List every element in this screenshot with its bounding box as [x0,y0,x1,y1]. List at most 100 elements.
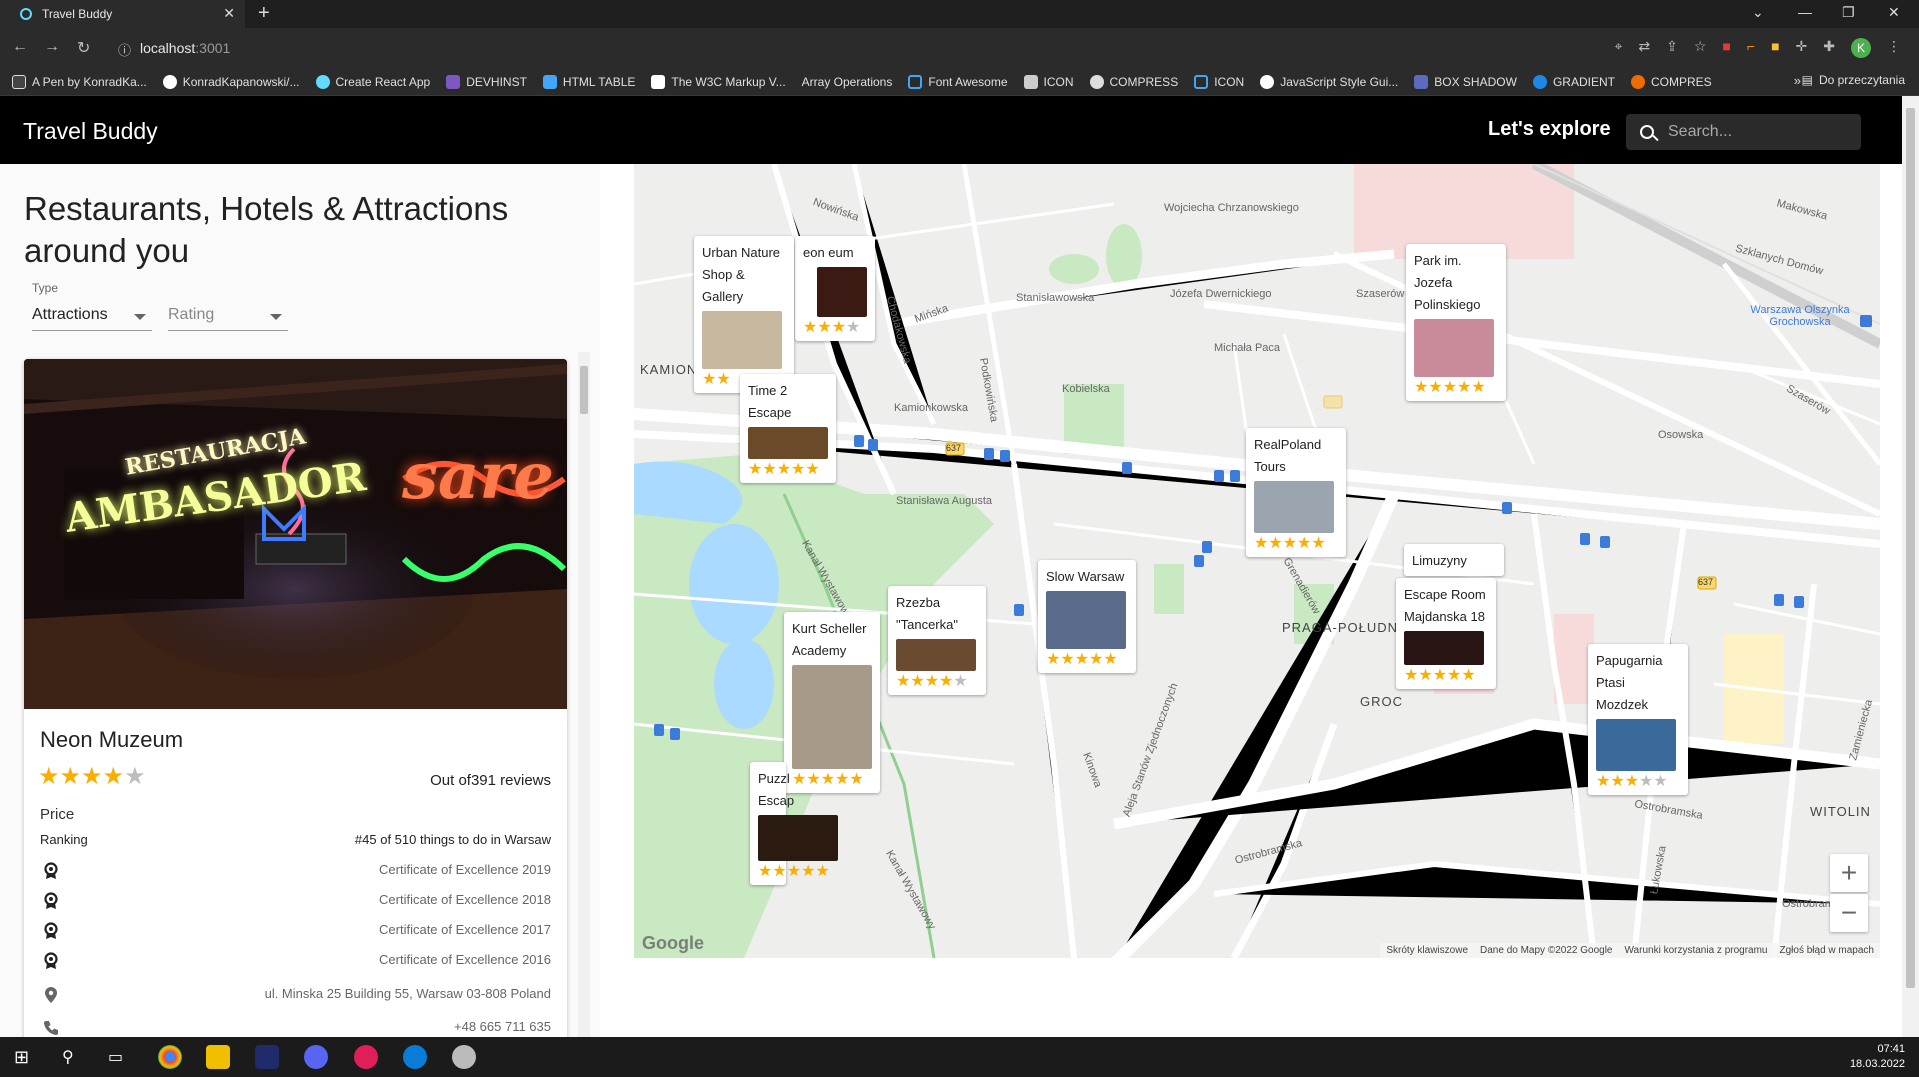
map-pin-card[interactable]: Escape Room Majdanska 18 ★★★★★ [1396,578,1496,689]
bookmark-item[interactable]: DEVHINST [446,74,527,89]
close-window-icon[interactable]: ✕ [1888,4,1900,21]
bookmark-item[interactable]: Array Operations [802,75,893,89]
chrome-icon[interactable] [158,1045,182,1069]
site-info-icon[interactable]: ⓘ [118,40,131,59]
tab-close-icon[interactable]: ✕ [223,5,235,22]
slack-icon[interactable] [354,1045,378,1069]
webstorm-icon[interactable] [255,1045,279,1069]
react-icon [315,74,330,89]
map-pin-card[interactable]: Puzzl Escap ★★★★★ [750,762,838,885]
bookmark-item[interactable]: HTML TABLE [542,74,635,89]
award-text: Certificate of Excellence 2016 [379,952,551,967]
pin-stars: ★★★★★ [1414,379,1486,396]
edge-icon[interactable] [403,1045,427,1069]
pin-title: eon eum [803,245,854,260]
list-scrollbar-thumb[interactable] [580,366,588,414]
bookmark-item[interactable]: JavaScript Style Gui... [1260,74,1398,89]
extension-grid-icon[interactable]: ✛ [1796,38,1808,58]
pin-photo [1414,319,1494,377]
bookmark-item[interactable]: BOX SHADOW [1414,74,1517,89]
pin-stars: ★★★★★ [1404,667,1476,684]
zoom-out-button[interactable]: − [1830,894,1868,932]
minimize-icon[interactable]: — [1798,4,1812,20]
bookmark-item[interactable]: ICON [1023,74,1074,89]
new-tab-button[interactable]: + [258,2,270,25]
rating-select-placeholder: Rating [168,306,215,323]
extension-yellow-icon[interactable]: ■ [1771,38,1779,58]
keyboard-shortcuts-link[interactable]: Skróty klawiszowe [1386,945,1468,956]
search-icon[interactable]: ⚲ [62,1047,74,1067]
pin-stars: ★★★★★ [1596,773,1668,790]
pin-photo [702,311,782,369]
type-select-value: Attractions [32,306,108,323]
bookmark-item[interactable]: COMPRESS [1089,74,1178,89]
translate-icon[interactable]: ⇄ [1638,38,1650,58]
map-pin-card[interactable]: Rzezba "Tancerka" ★★★★★ [888,586,986,695]
map-pin-card[interactable]: Slow Warsaw ★★★★★ [1038,560,1136,673]
bookmark-item[interactable]: ICON [1194,74,1244,89]
task-view-icon[interactable]: ▭ [108,1047,123,1067]
pin-title: Rzezba "Tancerka" [896,595,958,632]
map-pin-card[interactable]: Time 2 Escape ★★★★★ [740,374,836,483]
url-port: :3001 [195,40,231,56]
file-explorer-icon[interactable] [206,1045,230,1069]
list-scrollbar[interactable] [578,352,590,1037]
share-icon[interactable]: ⇪ [1666,38,1678,58]
system-clock[interactable]: 07:41 18.03.2022 [1850,1042,1905,1072]
discord-icon[interactable] [304,1045,328,1069]
bookmarks-more-button[interactable]: » [1794,73,1801,88]
search-input[interactable] [1668,123,1848,141]
type-select[interactable]: Attractions [32,301,152,331]
bookmark-item[interactable]: COMPRES [1630,74,1712,89]
app-icon[interactable] [452,1045,476,1069]
pin-stars: ★★★★★ [1254,535,1326,552]
map-pin-card[interactable]: Park im. Jozefa Polinskiego ★★★★★ [1406,244,1506,401]
bookmark-item[interactable]: GRADIENT [1532,74,1615,89]
pin-photo [896,639,976,671]
bookmark-item[interactable]: A Pen by KonradKa... [12,74,147,89]
extension-red-icon[interactable]: ■ [1722,38,1730,58]
bookmark-star-icon[interactable]: ☆ [1694,38,1707,58]
reading-list-button[interactable]: ▤ Do przeczytania [1802,73,1905,87]
windows-start-icon[interactable]: ⊞ [14,1047,29,1068]
map-pin-card[interactable]: eon eum ★★★★ [795,236,875,341]
terms-link[interactable]: Warunki korzystania z programu [1624,945,1767,956]
map-view[interactable]: KAMIONEK PRAGA-POŁUDNIE GROC WITOLIN War… [634,164,1880,958]
search-box[interactable] [1626,114,1861,150]
url-field[interactable]: localhost:3001 [140,40,230,56]
place-card[interactable]: RESTAURACJA AMBASADOR sare Neon Muzeum ★… [24,359,567,1037]
rating-select[interactable]: Rating [168,301,288,331]
flag-icon [908,74,923,89]
zoom-in-button[interactable]: + [1830,854,1868,892]
reload-icon[interactable]: ↻ [77,38,90,58]
forward-icon[interactable]: → [44,38,60,56]
bookmark-item[interactable]: The W3C Markup V... [651,74,786,89]
map-pin-card[interactable]: Papugarnia Ptasi Mozdzek ★★★★★ [1588,644,1688,795]
github-icon [162,74,177,89]
page-scrollbar-thumb[interactable] [1906,108,1915,988]
map-pin-card[interactable]: Limuzyny [1404,544,1504,576]
phone-row: +48 665 711 635 [40,1017,551,1037]
location-icon[interactable]: ⌖ [1614,38,1622,58]
bookmark-item[interactable]: Create React App [315,74,430,89]
tab-search-icon[interactable]: ⌄ [1752,4,1764,21]
map-pin-card[interactable]: RealPoland Tours ★★★★★ [1246,428,1346,557]
page-scrollbar[interactable] [1902,96,1919,1037]
profile-avatar[interactable]: K [1851,38,1871,58]
pin-stars: ★★★★★ [896,673,968,690]
extensions-puzzle-icon[interactable]: ✚ [1823,38,1835,58]
map-pin-card[interactable]: Kurt Scheller Academy ★★★★★ [784,612,880,793]
pin-title: Urban Nature Shop & Gallery [702,245,781,304]
map-pin-card[interactable]: Urban Nature Shop & Gallery ★★ [694,236,794,393]
road-number-badge: 637 [946,443,962,453]
back-icon[interactable]: ← [12,38,28,56]
report-error-link[interactable]: Zgłoś błąd w mapach [1780,945,1875,956]
pin-title: Escape Room Majdanska 18 [1404,587,1486,624]
bookmark-item[interactable]: Font Awesome [908,74,1008,89]
browser-menu-icon[interactable]: ⋮ [1887,38,1901,58]
restore-icon[interactable]: ❐ [1842,4,1855,21]
browser-tab[interactable]: Travel Buddy ✕ [0,0,245,28]
bookmark-item[interactable]: KonradKapanowski/... [162,74,300,89]
extension-orange-icon[interactable]: ⌐ [1747,38,1755,58]
price-label: Price [40,806,75,823]
